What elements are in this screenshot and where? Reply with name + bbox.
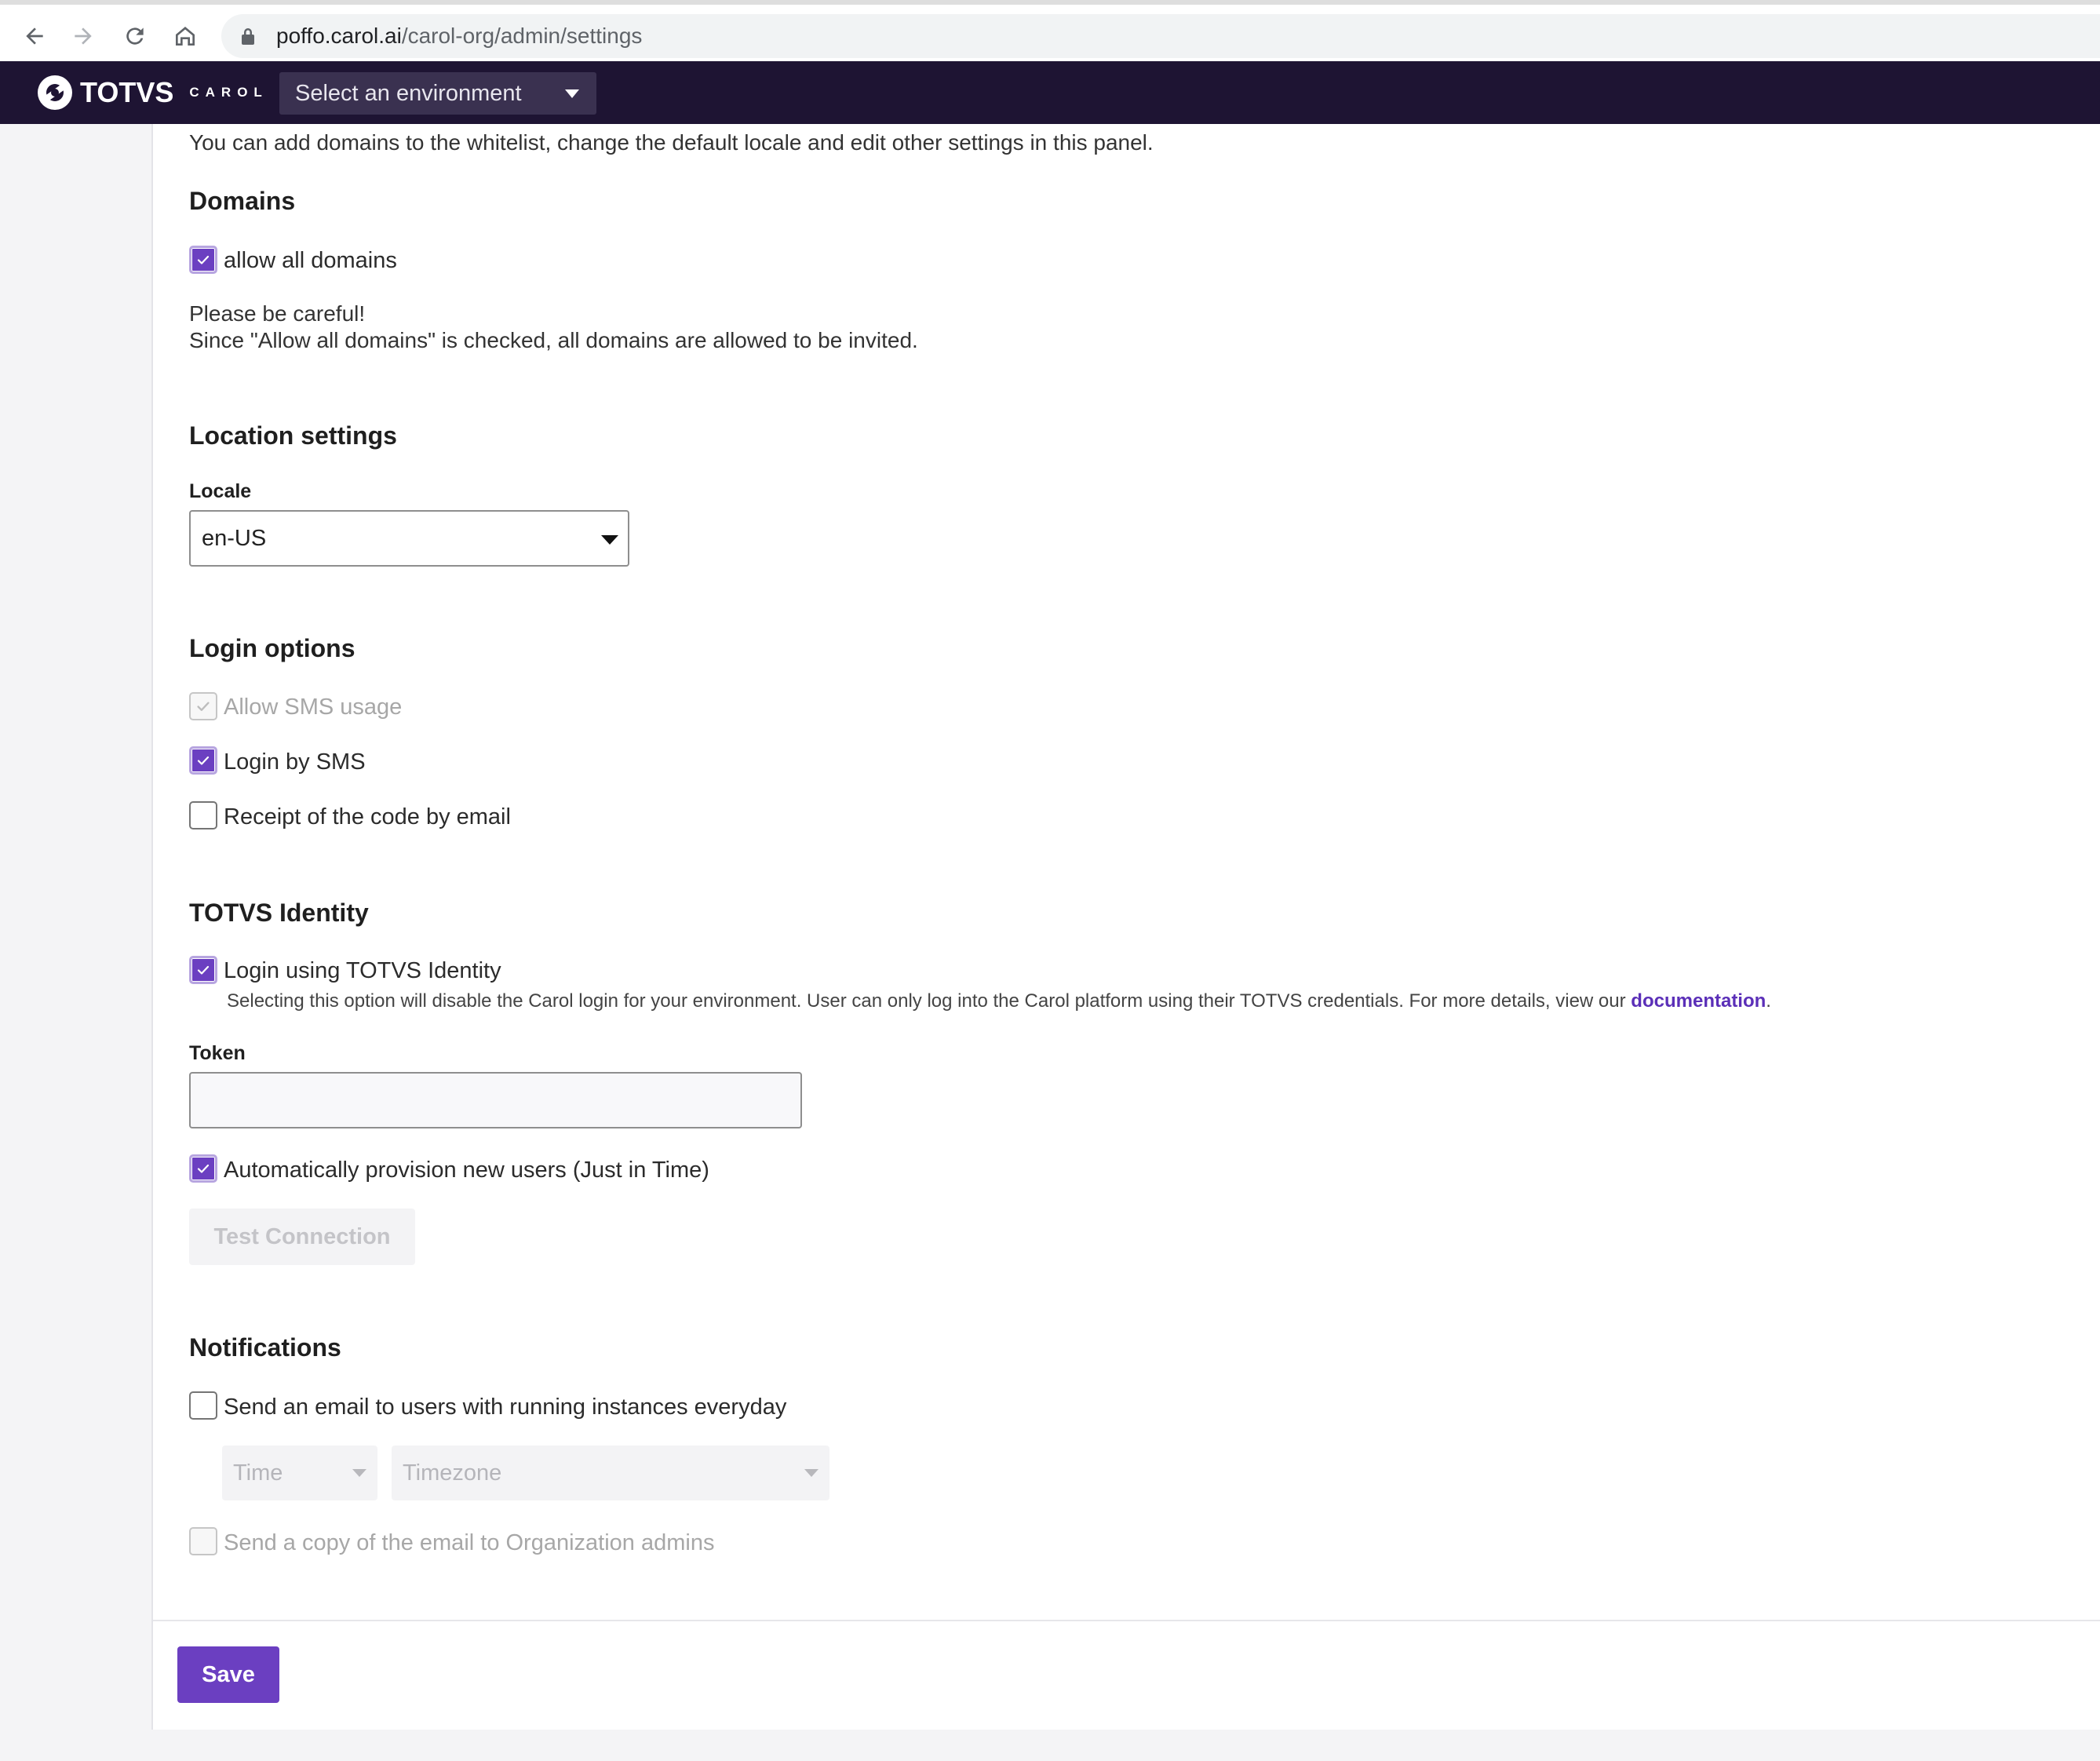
allow-sms-label: Allow SMS usage	[224, 695, 403, 720]
reload-button[interactable]	[118, 19, 152, 53]
checkmark-icon	[197, 965, 210, 975]
timezone-select[interactable]: Timezone	[392, 1446, 829, 1500]
chevron-down-icon	[601, 535, 618, 545]
send-copy-admins-checkbox[interactable]	[189, 1527, 217, 1555]
reload-icon	[126, 27, 144, 45]
arrow-right-icon	[75, 27, 92, 45]
settings-intro: You can add domains to the whitelist, ch…	[189, 130, 1154, 155]
lock-icon	[240, 27, 256, 46]
page-bottom-strip	[153, 1730, 2100, 1761]
checkmark-icon	[197, 756, 210, 765]
save-button[interactable]: Save	[177, 1646, 279, 1703]
locale-select[interactable]: en-US	[189, 510, 629, 567]
time-select[interactable]: Time	[222, 1446, 377, 1500]
send-copy-admins-label: Send a copy of the email to Organization…	[224, 1530, 715, 1555]
login-totvs-identity-label[interactable]: Login using TOTVS Identity	[224, 958, 501, 984]
checkmark-icon	[197, 1164, 210, 1173]
browser-toolbar: poffo.carol.ai/carol-org/admin/settings	[0, 0, 2100, 61]
back-button[interactable]	[17, 19, 52, 53]
allow-all-domains-label[interactable]: allow all domains	[224, 248, 397, 274]
login-totvs-identity-checkbox[interactable]	[189, 956, 217, 984]
checkmark-icon	[197, 702, 210, 711]
allow-sms-checkbox[interactable]	[189, 692, 217, 720]
home-icon	[176, 27, 195, 46]
totvs-identity-heading: TOTVS Identity	[189, 899, 369, 927]
domains-heading: Domains	[189, 187, 296, 215]
token-input[interactable]	[189, 1072, 802, 1128]
forward-button[interactable]	[66, 19, 100, 53]
location-heading: Location settings	[189, 421, 397, 450]
environment-select-label: Select an environment	[295, 80, 522, 106]
receipt-code-email-checkbox[interactable]	[189, 801, 217, 829]
receipt-code-email-label[interactable]: Receipt of the code by email	[224, 804, 511, 830]
chevron-down-icon	[565, 89, 579, 98]
send-email-label[interactable]: Send an email to users with running inst…	[224, 1395, 786, 1420]
totvs-logo-icon	[38, 75, 72, 110]
help-text-end: .	[1766, 990, 1771, 1012]
home-button[interactable]	[168, 19, 202, 53]
totvs-identity-help-text: Selecting this option will disable the C…	[227, 990, 1771, 1012]
timezone-select-placeholder: Timezone	[403, 1460, 502, 1486]
test-connection-button[interactable]: Test Connection	[189, 1209, 415, 1265]
token-label: Token	[189, 1042, 246, 1064]
arrow-left-icon	[26, 27, 43, 45]
help-text-body: Selecting this option will disable the C…	[227, 990, 1632, 1012]
locale-select-value: en-US	[202, 525, 267, 551]
url-domain: poffo.carol.ai	[276, 24, 402, 48]
documentation-link[interactable]: documentation	[1631, 990, 1766, 1012]
app-header: TOTVS CAROL Select an environment	[0, 61, 2100, 124]
address-bar[interactable]: poffo.carol.ai/carol-org/admin/settings	[221, 14, 2100, 58]
footer-divider	[153, 1620, 2100, 1621]
environment-select[interactable]: Select an environment	[279, 72, 596, 115]
notifications-heading: Notifications	[189, 1333, 341, 1362]
auto-provision-label[interactable]: Automatically provision new users (Just …	[224, 1158, 709, 1183]
locale-label: Locale	[189, 480, 252, 502]
domains-warning-title: Please be careful!	[189, 301, 366, 326]
logo-subtext: CAROL	[189, 85, 268, 100]
checkmark-icon	[197, 255, 210, 264]
url-text: poffo.carol.ai/carol-org/admin/settings	[276, 24, 642, 49]
logo-text: TOTVS	[80, 76, 174, 108]
send-email-checkbox[interactable]	[189, 1391, 217, 1420]
time-select-placeholder: Time	[233, 1460, 283, 1486]
login-by-sms-checkbox[interactable]	[189, 746, 217, 775]
chevron-down-icon	[804, 1469, 818, 1477]
auto-provision-checkbox[interactable]	[189, 1154, 217, 1183]
url-path: /carol-org/admin/settings	[401, 24, 643, 48]
chevron-down-icon	[352, 1469, 366, 1477]
totvs-logo[interactable]: TOTVS CAROL	[36, 74, 268, 111]
domains-warning-text: Since "Allow all domains" is checked, al…	[189, 328, 918, 352]
login-by-sms-label[interactable]: Login by SMS	[224, 749, 366, 775]
login-options-heading: Login options	[189, 634, 355, 662]
allow-all-domains-checkbox[interactable]	[189, 246, 217, 274]
